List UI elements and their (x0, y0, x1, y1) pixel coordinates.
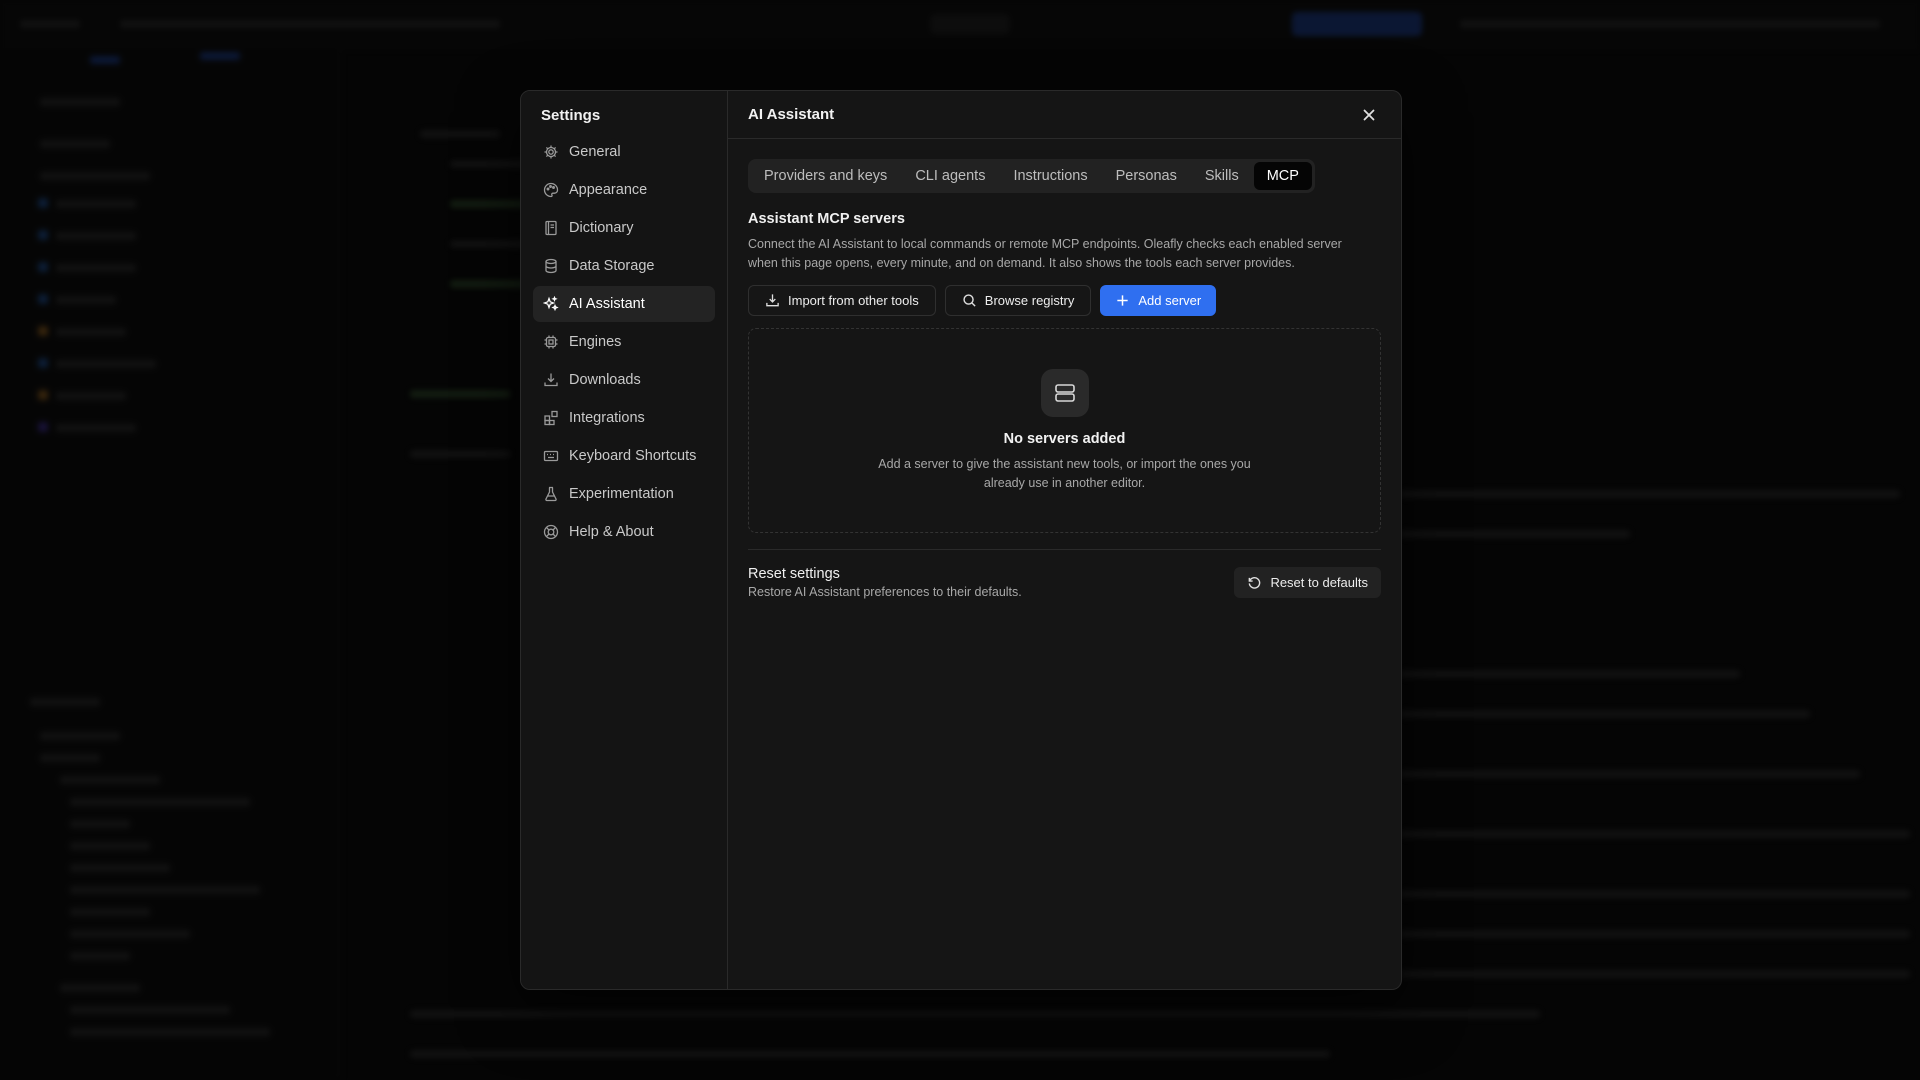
nav-label: Help & About (569, 524, 654, 540)
settings-dialog: Settings General Appearance Dictionary D… (520, 90, 1402, 990)
lifebuoy-icon (543, 524, 559, 540)
button-label: Add server (1138, 293, 1202, 308)
mcp-section-description: Connect the AI Assistant to local comman… (748, 237, 1342, 270)
database-icon (545, 258, 557, 274)
nav-item-help-about[interactable]: Help & About (533, 514, 715, 550)
blocks-icon (544, 410, 558, 426)
keyboard-icon (543, 450, 559, 462)
flask-icon (545, 486, 557, 502)
ai-assistant-tabs: Providers and keys CLI agents Instructio… (748, 159, 1315, 193)
mcp-actions: Import from other tools Browse registry … (748, 285, 1381, 316)
empty-state-title: No servers added (1003, 431, 1126, 447)
nav-label: AI Assistant (569, 296, 645, 312)
settings-nav: Settings General Appearance Dictionary D… (521, 91, 728, 989)
button-label: Reset to defaults (1270, 575, 1368, 590)
panel-content: Providers and keys CLI agents Instructio… (728, 139, 1401, 619)
reset-settings-text: Reset settings Restore AI Assistant pref… (748, 566, 1022, 599)
download-tray-icon (544, 373, 558, 387)
nav-item-downloads[interactable]: Downloads (533, 362, 715, 398)
empty-state-description: Add a server to give the assistant new t… (878, 457, 1251, 490)
panel-header: AI Assistant (728, 91, 1401, 139)
palette-icon (543, 182, 559, 198)
add-server-button[interactable]: Add server (1100, 285, 1217, 316)
panel-title: AI Assistant (748, 106, 835, 123)
reset-settings-title: Reset settings (748, 566, 840, 582)
browse-registry-button[interactable]: Browse registry (944, 285, 1092, 316)
nav-item-ai-assistant[interactable]: AI Assistant (533, 286, 715, 322)
reset-settings-row: Reset settings Restore AI Assistant pref… (748, 566, 1381, 599)
tab-skills[interactable]: Skills (1192, 162, 1252, 190)
nav-label: Dictionary (569, 220, 634, 236)
reset-settings-description: Restore AI Assistant preferences to thei… (748, 585, 1022, 599)
nav-label: Engines (569, 334, 622, 350)
sparkles-icon (543, 296, 559, 312)
tab-personas[interactable]: Personas (1103, 162, 1190, 190)
tab-cli-agents[interactable]: CLI agents (902, 162, 998, 190)
nav-item-experimentation[interactable]: Experimentation (533, 476, 715, 512)
nav-item-engines[interactable]: Engines (533, 324, 715, 360)
close-button[interactable] (1357, 103, 1381, 127)
book-icon (545, 220, 557, 236)
tab-mcp[interactable]: MCP (1253, 162, 1312, 190)
reset-to-defaults-button[interactable]: Reset to defaults (1234, 567, 1381, 598)
plus-icon (1117, 295, 1129, 306)
nav-item-keyboard-shortcuts[interactable]: Keyboard Shortcuts (533, 438, 715, 474)
download-icon (766, 294, 779, 307)
nav-label: Downloads (569, 372, 641, 388)
button-label: Browse registry (984, 293, 1075, 308)
import-from-other-tools-button[interactable]: Import from other tools (748, 285, 936, 316)
nav-label: Data Storage (569, 258, 655, 274)
settings-main-panel: AI Assistant Providers and keys CLI agen… (728, 91, 1401, 989)
settings-title: Settings (541, 107, 601, 124)
tab-instructions[interactable]: Instructions (1000, 162, 1100, 190)
nav-label: Experimentation (569, 486, 674, 502)
nav-item-data-storage[interactable]: Data Storage (533, 248, 715, 284)
search-icon (963, 294, 976, 307)
rotate-ccw-icon (1249, 577, 1261, 589)
nav-item-integrations[interactable]: Integrations (533, 400, 715, 436)
nav-label: Integrations (569, 410, 645, 426)
server-stack-icon (1040, 369, 1089, 417)
nav-label: General (569, 144, 621, 160)
mcp-section-heading: Assistant MCP servers (748, 211, 905, 227)
section-divider (748, 549, 1381, 550)
tab-providers-and-keys[interactable]: Providers and keys (751, 162, 900, 190)
chip-icon (544, 335, 558, 349)
gear-icon (544, 145, 558, 159)
nav-item-appearance[interactable]: Appearance (533, 172, 715, 208)
button-label: Import from other tools (788, 293, 919, 308)
nav-label: Keyboard Shortcuts (569, 448, 697, 464)
nav-item-dictionary[interactable]: Dictionary (533, 210, 715, 246)
empty-servers-state: No servers added Add a server to give th… (748, 328, 1381, 533)
nav-label: Appearance (569, 182, 648, 198)
nav-item-general[interactable]: General (533, 134, 715, 170)
close-icon (1363, 109, 1375, 120)
